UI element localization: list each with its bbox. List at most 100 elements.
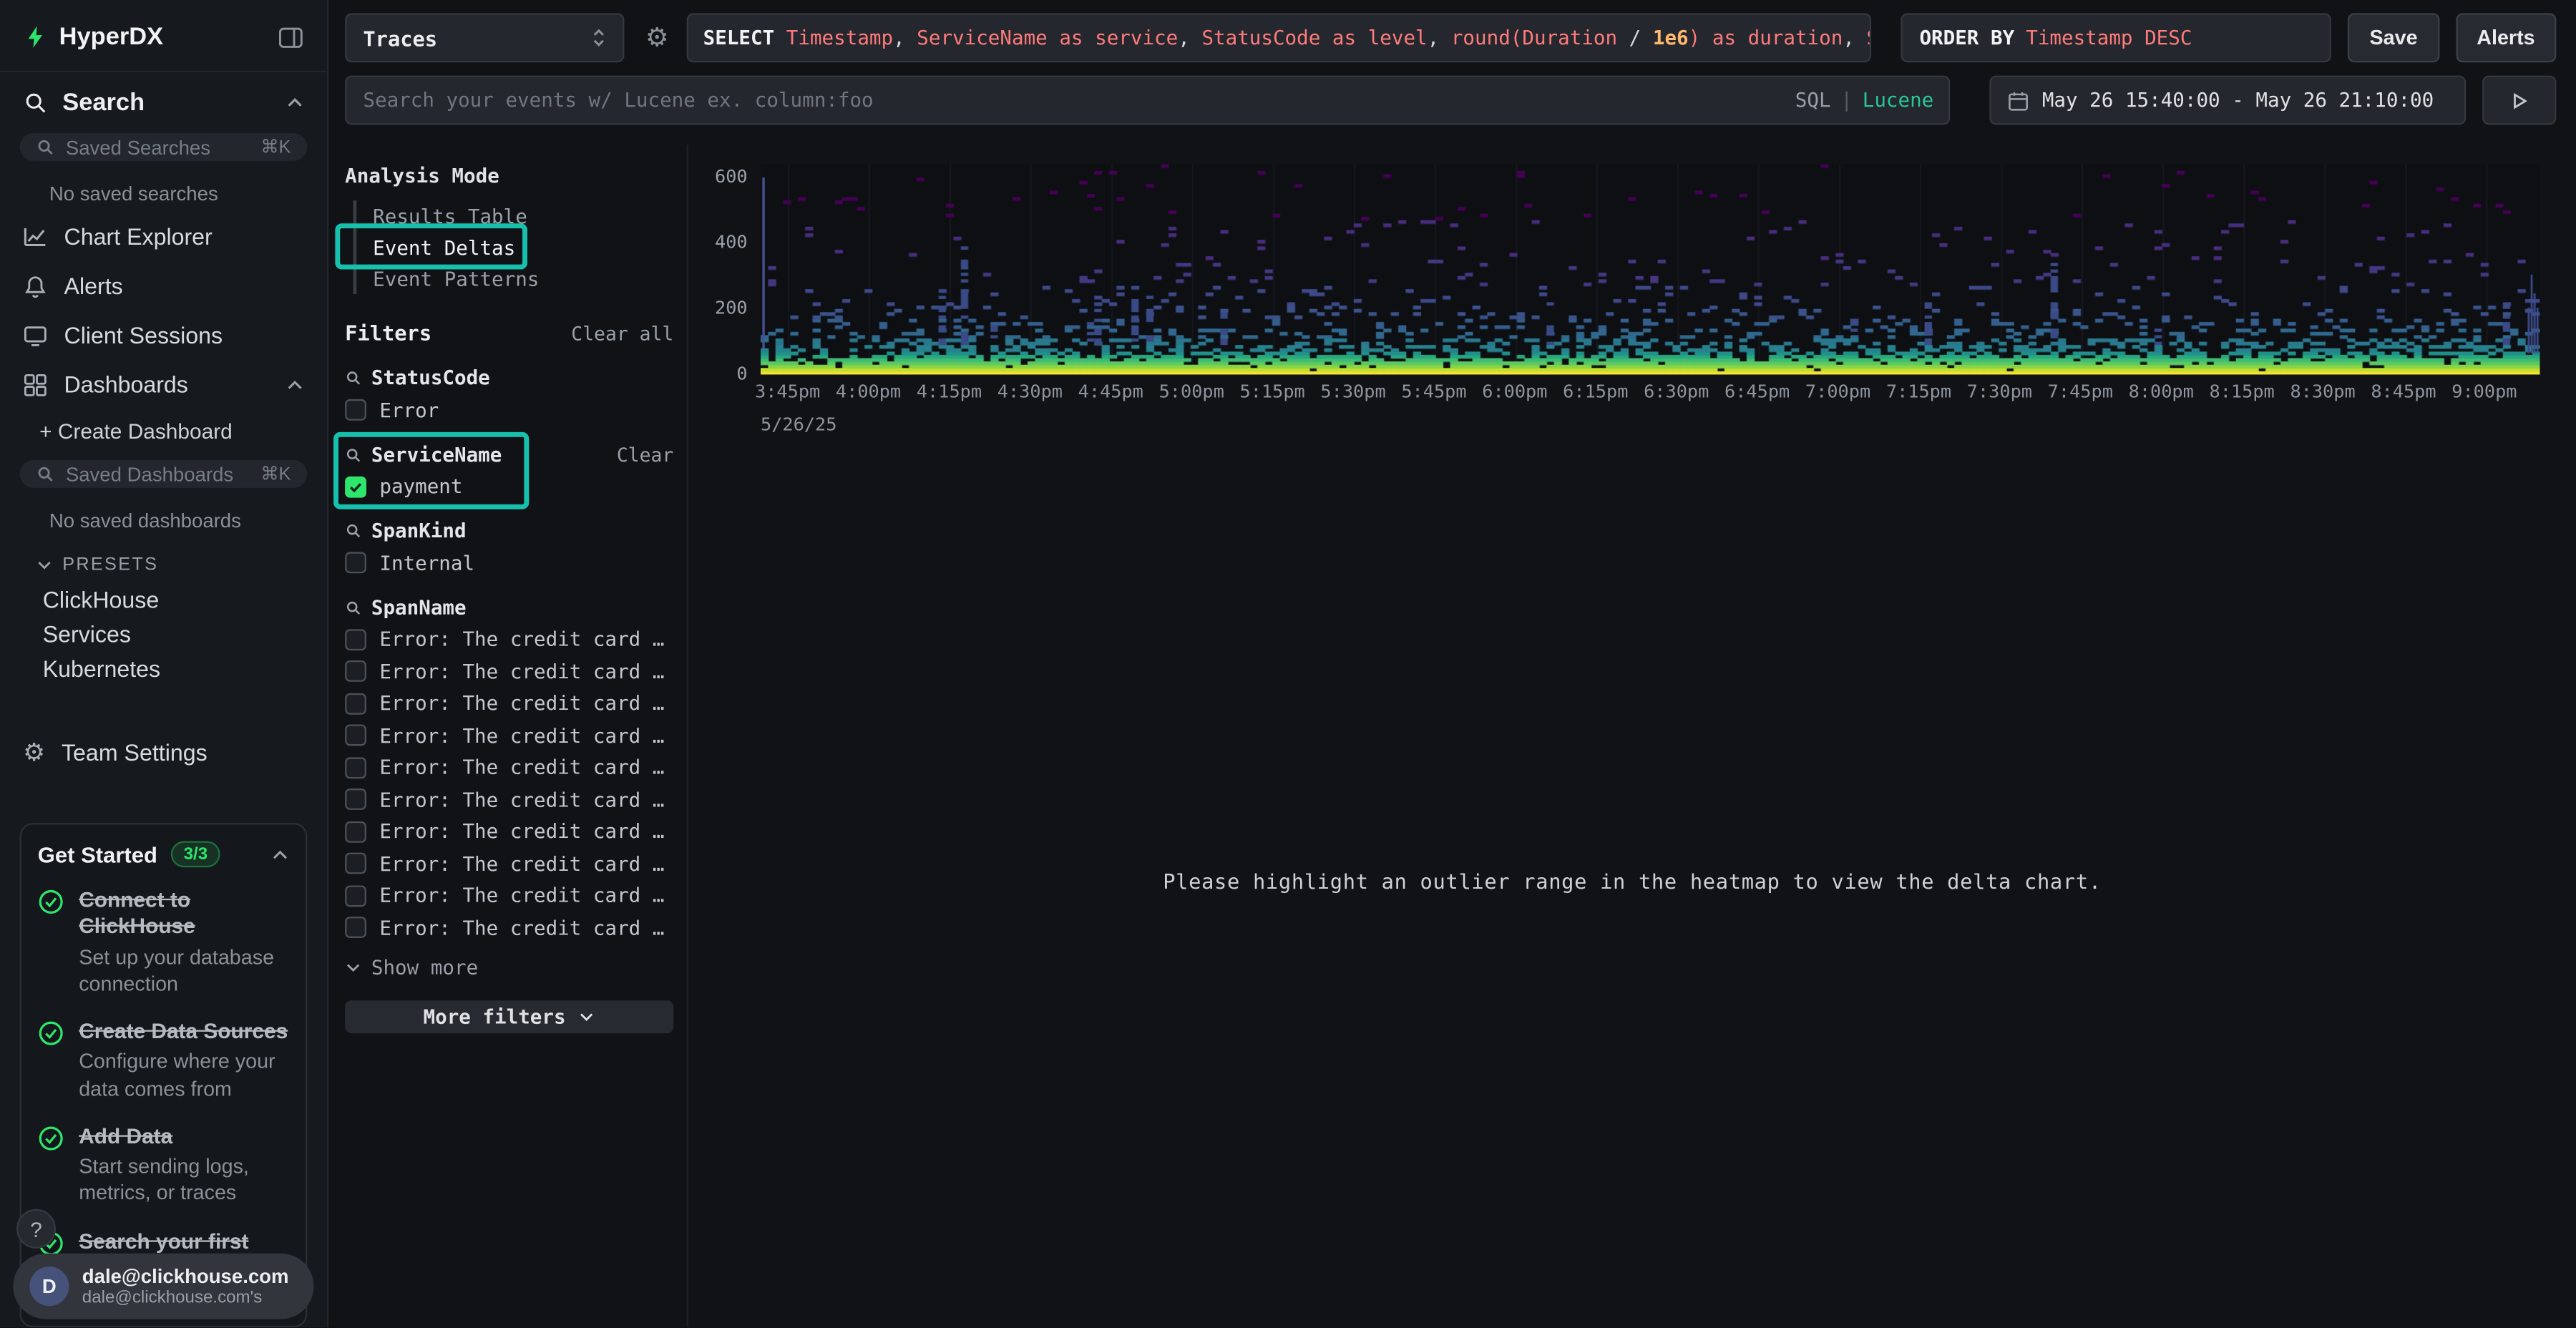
filter-option-spanname[interactable]: Error: The credit card … bbox=[345, 756, 673, 778]
filter-option-spanname[interactable]: Error: The credit card … bbox=[345, 788, 673, 811]
checkbox-unchecked[interactable] bbox=[345, 725, 366, 746]
filter-option-spanname[interactable]: Error: The credit card … bbox=[345, 820, 673, 843]
calendar-icon bbox=[2008, 89, 2029, 111]
play-icon bbox=[2510, 91, 2528, 109]
language-sql-option[interactable]: SQL bbox=[1795, 89, 1831, 112]
checkbox-unchecked[interactable] bbox=[345, 788, 366, 810]
sidebar-item-alerts[interactable]: Alerts bbox=[0, 261, 327, 311]
checkbox-checked[interactable] bbox=[345, 476, 366, 497]
filters-header: Filters Clear all bbox=[345, 321, 673, 345]
user-menu[interactable]: D dale@clickhouse.com dale@clickhouse.co… bbox=[13, 1254, 313, 1319]
analysis-mode-event-patterns[interactable]: Event Patterns bbox=[356, 263, 673, 294]
checkbox-unchecked[interactable] bbox=[345, 552, 366, 573]
filter-option-spanname[interactable]: Error: The credit card … bbox=[345, 723, 673, 746]
sidebar-item-label: Chart Explorer bbox=[64, 223, 213, 250]
filter-option-payment[interactable]: payment bbox=[345, 475, 673, 498]
search-input-wrap: SQL | Lucene bbox=[345, 76, 1950, 125]
get-started-header[interactable]: Get Started 3/3 bbox=[38, 841, 289, 868]
saved-searches-placeholder: Saved Searches bbox=[66, 135, 249, 158]
preset-link-services[interactable]: Services bbox=[0, 616, 327, 650]
facet-name[interactable]: ServiceName bbox=[371, 443, 502, 466]
get-started-step-desc: Set up your database connection bbox=[79, 944, 289, 997]
help-button[interactable]: ? bbox=[16, 1209, 56, 1249]
checkbox-unchecked[interactable] bbox=[345, 917, 366, 938]
logo[interactable]: HyperDX bbox=[23, 23, 163, 51]
saved-dashboards-placeholder: Saved Dashboards bbox=[66, 462, 249, 485]
filter-option-spanname[interactable]: Error: The credit card … bbox=[345, 692, 673, 715]
filter-option-internal[interactable]: Internal bbox=[345, 551, 673, 574]
sidebar-item-search[interactable]: Search bbox=[0, 72, 327, 127]
checkbox-unchecked[interactable] bbox=[345, 628, 366, 650]
time-range-value: May 26 15:40:00 - May 26 21:10:00 bbox=[2042, 89, 2434, 112]
sidebar-item-client-sessions[interactable]: Client Sessions bbox=[0, 311, 327, 360]
facet-name[interactable]: StatusCode bbox=[371, 366, 490, 389]
get-started-step-title: Connect to ClickHouse bbox=[79, 887, 289, 941]
clear-servicename-button[interactable]: Clear bbox=[617, 443, 673, 466]
order-by-editor[interactable]: ORDER BY Timestamp DESC bbox=[1901, 13, 2332, 62]
chevron-up-icon bbox=[286, 94, 303, 112]
y-axis-tick: 400 bbox=[692, 232, 748, 253]
x-axis-tick: 5:45pm bbox=[1401, 381, 1466, 403]
facet-servicename: ServiceName Clear payment bbox=[345, 443, 673, 498]
x-axis-tick: 9:00pm bbox=[2451, 381, 2517, 403]
show-more-button[interactable]: Show more bbox=[345, 955, 673, 978]
clear-all-filters-button[interactable]: Clear all bbox=[571, 321, 673, 344]
get-started-step-title: Add Data bbox=[79, 1123, 289, 1150]
get-started-step[interactable]: Connect to ClickHouse Set up your databa… bbox=[38, 887, 289, 997]
dashboards-icon bbox=[23, 372, 47, 396]
save-button[interactable]: Save bbox=[2348, 13, 2439, 62]
checkbox-unchecked[interactable] bbox=[345, 884, 366, 906]
check-circle-icon bbox=[38, 1125, 64, 1151]
heatmap-canvas[interactable] bbox=[761, 165, 2540, 375]
analysis-mode-results-table[interactable]: Results Table bbox=[356, 200, 673, 232]
filter-option-spanname[interactable]: Error: The credit card … bbox=[345, 916, 673, 939]
analysis-mode-event-deltas[interactable]: Event Deltas bbox=[356, 232, 673, 263]
filter-option-spanname[interactable]: Error: The credit card … bbox=[345, 851, 673, 874]
gear-icon: ⚙ bbox=[23, 738, 45, 767]
search-icon bbox=[36, 138, 54, 156]
x-axis-tick: 6:00pm bbox=[1482, 381, 1547, 403]
presets-toggle[interactable]: PRESETS bbox=[0, 539, 327, 582]
filter-option-error[interactable]: Error bbox=[345, 399, 673, 421]
saved-dashboards-input[interactable]: Saved Dashboards ⌘K bbox=[20, 460, 308, 488]
preset-link-kubernetes[interactable]: Kubernetes bbox=[0, 650, 327, 685]
create-dashboard-button[interactable]: + Create Dashboard bbox=[0, 409, 327, 454]
x-axis-tick: 6:15pm bbox=[1563, 381, 1628, 403]
checkbox-unchecked[interactable] bbox=[345, 756, 366, 778]
sidebar-item-chart-explorer[interactable]: Chart Explorer bbox=[0, 212, 327, 261]
filter-option-spanname[interactable]: Error: The credit card … bbox=[345, 628, 673, 650]
facet-name[interactable]: SpanName bbox=[371, 595, 467, 618]
checkbox-unchecked[interactable] bbox=[345, 853, 366, 874]
alerts-button[interactable]: Alerts bbox=[2455, 13, 2556, 62]
get-started-title: Get Started bbox=[38, 842, 157, 866]
sidebar-item-team-settings[interactable]: ⚙ Team Settings bbox=[0, 725, 327, 781]
get-started-step-desc: Configure where your data comes from bbox=[79, 1048, 289, 1102]
filter-option-spanname[interactable]: Error: The credit card … bbox=[345, 884, 673, 907]
sql-query-editor[interactable]: SELECT Timestamp, ServiceName as service… bbox=[687, 13, 1872, 62]
more-filters-button[interactable]: More filters bbox=[345, 1000, 673, 1032]
checkbox-unchecked[interactable] bbox=[345, 693, 366, 714]
content: Analysis Mode Results Table Event Deltas… bbox=[328, 145, 2576, 1327]
heatmap-section: 600 400 200 0 3:45pm 4:00pm 4:15pm bbox=[688, 145, 2576, 435]
saved-searches-input[interactable]: Saved Searches ⌘K bbox=[20, 133, 308, 161]
search-input[interactable] bbox=[345, 76, 1950, 125]
sidebar-collapse-button[interactable] bbox=[278, 24, 304, 50]
filter-option-spanname[interactable]: Error: The credit card … bbox=[345, 660, 673, 683]
language-lucene-option[interactable]: Lucene bbox=[1863, 89, 1934, 112]
checkbox-unchecked[interactable] bbox=[345, 660, 366, 682]
query-language-toggle: SQL | Lucene bbox=[1795, 76, 1934, 125]
search-icon bbox=[345, 522, 361, 539]
chevron-down-icon bbox=[579, 1008, 595, 1025]
facet-name[interactable]: SpanKind bbox=[371, 519, 467, 542]
checkbox-unchecked[interactable] bbox=[345, 821, 366, 842]
source-settings-button[interactable]: ⚙ bbox=[638, 21, 677, 54]
run-query-button[interactable] bbox=[2482, 76, 2556, 125]
checkbox-unchecked[interactable] bbox=[345, 399, 366, 421]
source-select[interactable]: Traces bbox=[345, 13, 624, 62]
sidebar-item-dashboards[interactable]: Dashboards bbox=[0, 360, 327, 409]
get-started-step[interactable]: Create Data Sources Configure where your… bbox=[38, 1018, 289, 1102]
get-started-step[interactable]: Add Data Start sending logs, metrics, or… bbox=[38, 1123, 289, 1207]
preset-link-clickhouse[interactable]: ClickHouse bbox=[0, 582, 327, 616]
sidebar-header: HyperDX bbox=[0, 0, 327, 72]
time-range-picker[interactable]: May 26 15:40:00 - May 26 21:10:00 bbox=[1989, 76, 2466, 125]
